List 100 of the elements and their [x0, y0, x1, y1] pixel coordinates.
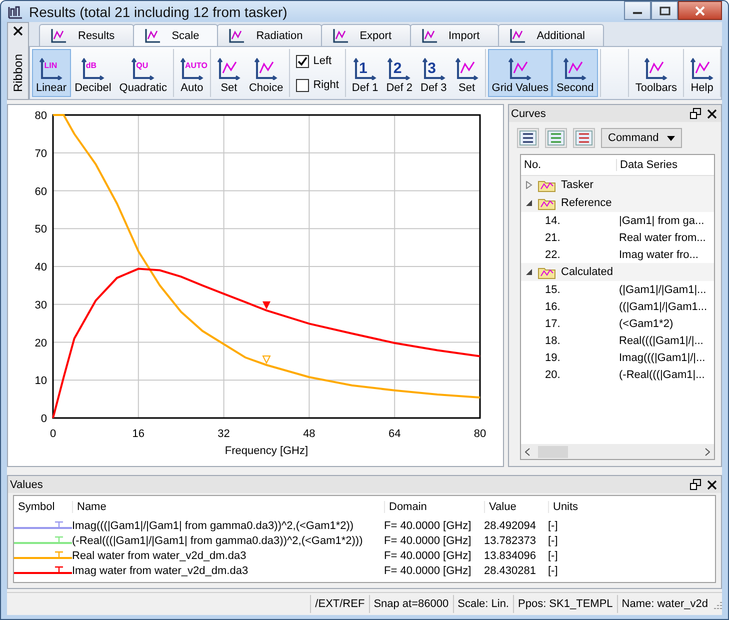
maximize-button[interactable]: [651, 1, 678, 20]
column-header[interactable]: Units: [548, 501, 715, 513]
panel-title: Curves: [511, 108, 546, 120]
scroll-right-icon[interactable]: [705, 448, 710, 456]
y-tick-label: 20: [34, 337, 47, 350]
horizontal-scrollbar[interactable]: [521, 444, 714, 459]
ribbon-button[interactable]: 3 Def 3: [416, 49, 451, 97]
status-field: Name: water_v2d: [616, 595, 712, 613]
y-tick-label: 50: [34, 224, 47, 236]
axis-chart-icon: [690, 58, 714, 80]
tree-group[interactable]: Calculated: [521, 263, 714, 281]
domain-cell-text: F= 40.0000 [GHz]: [384, 534, 472, 546]
ribbon-tab[interactable]: Export: [320, 24, 410, 46]
axis-checkbox[interactable]: Left: [292, 50, 343, 72]
ribbon-label: Ribbon: [11, 54, 25, 92]
x-tick-label: 0: [50, 428, 56, 440]
chart-icon: [7, 4, 23, 20]
ribbon-tab[interactable]: Results: [39, 24, 134, 46]
y-tick-label: 0: [40, 413, 47, 425]
close-button[interactable]: [678, 1, 722, 20]
list-icon: [547, 130, 565, 146]
pin-icon[interactable]: [690, 479, 701, 490]
tree-row[interactable]: 20. (-Real(((|Gam1|...: [521, 366, 714, 383]
tree-row[interactable]: 17. (<Gam1*2): [521, 315, 714, 332]
ribbon-button[interactable]: Help: [686, 49, 718, 97]
close-icon[interactable]: [707, 108, 717, 118]
y-tick-label: 70: [34, 148, 47, 160]
column-header[interactable]: No.: [521, 159, 616, 171]
ribbon-tab[interactable]: Import: [410, 24, 499, 46]
ribbon-button[interactable]: 2 Def 2: [382, 49, 416, 97]
tree-row[interactable]: 14. |Gam1| from ga...: [521, 212, 714, 229]
resize-grip-icon[interactable]: [712, 599, 722, 609]
ribbon-button[interactable]: Toolbars: [631, 49, 681, 97]
column-header[interactable]: Name: [72, 501, 384, 513]
toolbar-button[interactable]: [517, 128, 539, 148]
tree-row[interactable]: 22. Imag water fro...: [521, 246, 714, 263]
y-tick-label: 30: [34, 299, 47, 312]
icon-label: AUTO: [184, 61, 208, 71]
column-header[interactable]: Data Series: [616, 159, 714, 171]
tree-row[interactable]: 15. (|Gam1|/|Gam1|...: [521, 281, 714, 298]
column-header[interactable]: Value: [484, 501, 548, 513]
ribbon-tab[interactable]: Scale: [132, 24, 218, 46]
x-tick-label: 80: [474, 428, 486, 440]
ribbon-button[interactable]: Grid Values: [488, 49, 552, 97]
folder-icon: [538, 196, 556, 210]
axis-chart-icon: [387, 58, 412, 80]
expanded-icon[interactable]: [525, 268, 533, 276]
window-title: Results (total 21 including 12 from tasker): [29, 4, 288, 20]
list-icon: [575, 130, 593, 146]
status-field: Scale: Lin.: [452, 595, 513, 613]
column-header[interactable]: Symbol: [14, 501, 72, 513]
folder-icon: [538, 266, 556, 278]
ribbon-button[interactable]: 1 Def 1: [348, 49, 382, 97]
ribbon-button[interactable]: LIN Linear: [32, 49, 71, 97]
tree-row[interactable]: 18. Real(((|Gam1|/|...: [521, 332, 714, 349]
folder-icon: [538, 178, 556, 192]
tree-row[interactable]: 21. Real water from...: [521, 229, 714, 246]
y-tick-label: 80: [34, 110, 47, 122]
tree-group[interactable]: Reference: [521, 194, 714, 212]
panel-title: Values: [10, 478, 43, 490]
ribbon-button[interactable]: Choice: [244, 49, 288, 97]
axis-chart-icon: [563, 58, 588, 80]
units-cell-text: [-]: [548, 564, 559, 576]
minimize-button[interactable]: [624, 1, 651, 20]
series-name: Real water from water_v2d_dm.da3: [72, 550, 248, 562]
x-axis-title: Frequency [GHz]: [224, 445, 308, 457]
ribbon-button[interactable]: dB Decibel: [70, 49, 116, 97]
y-tick-label: 60: [34, 186, 47, 198]
value-cell-text: 28.492094: [484, 520, 537, 532]
units-cell-text: [-]: [548, 550, 559, 562]
value-cell-text: 28.430281: [484, 564, 537, 576]
series-name: Imag water from water_v2d_dm.da3: [72, 564, 250, 576]
ribbon-tab[interactable]: Additional: [498, 24, 604, 46]
ribbon-button[interactable]: Second: [552, 49, 598, 97]
command-dropdown[interactable]: Command: [601, 128, 682, 148]
expanded-icon[interactable]: [525, 199, 533, 207]
column-header[interactable]: Domain: [384, 501, 484, 513]
ribbon-button[interactable]: QU Quadratic: [115, 49, 171, 97]
tree-group[interactable]: Tasker: [521, 176, 714, 194]
maximize-icon: [658, 6, 670, 16]
value-cell-text: 13.782373: [484, 534, 537, 546]
axis-checkbox[interactable]: Right: [292, 74, 343, 96]
axis-chart-icon: [131, 58, 156, 80]
value-cell-text: 13.834096: [484, 550, 537, 562]
scroll-left-icon[interactable]: [525, 448, 530, 456]
icon-label: 1: [359, 61, 368, 76]
scroll-thumb[interactable]: [538, 446, 568, 458]
x-tick-label: 64: [388, 428, 401, 440]
ribbon-button[interactable]: AUTO Auto: [176, 49, 208, 97]
collapsed-icon[interactable]: [525, 181, 533, 189]
tree-row[interactable]: 19. Imag(((|Gam1|/|...: [521, 349, 714, 366]
tree-row[interactable]: 16. ((|Gam1|/|Gam1...: [521, 298, 714, 315]
ribbon-button[interactable]: Set: [450, 49, 483, 97]
toolbar-button[interactable]: [573, 128, 595, 148]
ribbon-button[interactable]: Set: [212, 49, 245, 97]
close-icon[interactable]: [13, 26, 23, 36]
ribbon-tab[interactable]: Radiation: [217, 24, 322, 46]
close-icon[interactable]: [707, 480, 717, 490]
pin-icon[interactable]: [690, 108, 701, 119]
axis-chart-icon: [422, 58, 446, 80]
